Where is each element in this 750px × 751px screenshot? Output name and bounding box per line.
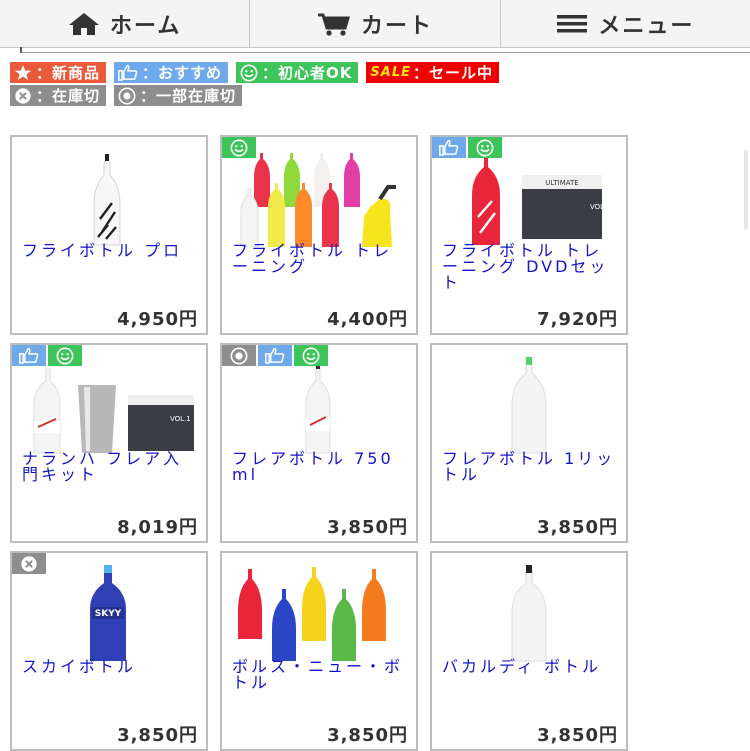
product-name-link[interactable]: フライボトル トレーニング	[232, 243, 410, 275]
badge-group	[12, 345, 84, 366]
badge-group	[432, 137, 504, 158]
legend-out-label: ：在庫切	[36, 87, 101, 105]
product-card[interactable]: フレアボトル 750ml 3,850円	[220, 343, 418, 543]
hamburger-icon	[557, 14, 588, 32]
product-card[interactable]: フライボトル トレーニング 4,400円	[220, 135, 418, 335]
top-nav: ホーム カート メニュー	[0, 0, 750, 48]
out-of-stock-badge	[12, 553, 46, 574]
partial-stock-badge	[222, 345, 256, 366]
sale-mark: SALE	[370, 65, 412, 80]
legend-beginner-label: ：初心者OK	[262, 64, 353, 82]
product-price: 3,850円	[537, 517, 618, 538]
product-name-link[interactable]: フレアボトル 1リットル	[442, 451, 620, 483]
home-icon	[68, 12, 99, 35]
beginner-badge	[222, 137, 256, 158]
product-name-link[interactable]: ナランハ フレア入門キット	[22, 451, 200, 483]
legend-new-label: ：新商品	[36, 64, 101, 82]
product-image	[440, 355, 620, 455]
partial-stock-icon	[118, 87, 136, 105]
badge-group	[222, 137, 258, 158]
recommend-badge	[12, 345, 46, 366]
smile-icon	[240, 64, 258, 82]
product-price: 3,850円	[117, 725, 198, 746]
product-image	[230, 355, 410, 455]
out-of-stock-icon	[14, 87, 32, 105]
product-image	[20, 147, 200, 247]
product-card[interactable]: ULTIMATE VOL.1 フライボトル トレーニング DVDセット 7,92…	[430, 135, 628, 335]
out-of-stock-icon	[21, 555, 37, 572]
badge-legend: ：新商品 ：おすすめ ：初心者OK SALE ：セール中 ：在庫切 ：一部在庫切	[10, 62, 730, 108]
svg-text:SKYY: SKYY	[95, 609, 122, 619]
legend-row: ：在庫切 ：一部在庫切	[10, 85, 730, 106]
legend-partial-stock: ：一部在庫切	[114, 85, 243, 106]
product-image	[230, 147, 410, 248]
product-card[interactable]: フレアボトル 1リットル 3,850円	[430, 343, 628, 543]
product-price: 3,850円	[327, 517, 408, 538]
beginner-badge	[48, 345, 82, 366]
beginner-badge	[468, 137, 502, 158]
smile-icon	[56, 347, 74, 364]
thumbs-up-icon	[118, 64, 138, 81]
product-name-link[interactable]: フライボトル プロ	[22, 243, 200, 259]
product-price: 8,019円	[117, 517, 198, 538]
svg-text:VOL.1: VOL.1	[590, 203, 611, 211]
menu-button[interactable]: メニュー	[501, 0, 750, 47]
legend-recommend: ：おすすめ	[114, 62, 229, 83]
legend-sale-label: ：セール中	[413, 64, 494, 82]
badge-group	[222, 345, 330, 366]
product-price: 7,920円	[537, 309, 618, 330]
beginner-badge	[294, 345, 328, 366]
product-image: VOL.1	[20, 355, 200, 455]
product-card[interactable]: バカルディ ボトル 3,850円	[430, 551, 628, 751]
product-card[interactable]: VOL.1 ナランハ フレア入門キット 8,019円	[10, 343, 208, 543]
divider	[20, 47, 750, 53]
product-image: ULTIMATE VOL.1	[440, 147, 620, 247]
svg-text:ULTIMATE: ULTIMATE	[545, 179, 578, 187]
product-price: 3,850円	[537, 725, 618, 746]
legend-partial-label: ：一部在庫切	[140, 87, 237, 105]
smile-icon	[302, 347, 320, 364]
product-card[interactable]: フライボトル プロ 4,950円	[10, 135, 208, 335]
product-price: 3,850円	[327, 725, 408, 746]
legend-recommend-label: ：おすすめ	[142, 64, 223, 82]
badge-group	[12, 553, 48, 574]
star-icon	[14, 64, 32, 81]
legend-row: ：新商品 ：おすすめ ：初心者OK SALE ：セール中	[10, 62, 730, 83]
product-price: 4,950円	[117, 309, 198, 330]
product-name-link[interactable]: バカルディ ボトル	[442, 659, 620, 675]
cart-icon	[317, 13, 351, 36]
cart-button[interactable]: カート	[250, 0, 501, 47]
product-card[interactable]: SKYY スカイボトル 3,850円	[10, 551, 208, 751]
scrollbar[interactable]	[744, 150, 748, 230]
recommend-badge	[258, 345, 292, 366]
legend-out-of-stock: ：在庫切	[10, 85, 107, 106]
thumbs-up-icon	[439, 139, 459, 156]
thumbs-up-icon	[19, 347, 39, 364]
home-button[interactable]: ホーム	[0, 0, 251, 47]
product-image	[230, 563, 410, 663]
legend-new: ：新商品	[10, 62, 107, 83]
svg-text:VOL.1: VOL.1	[170, 415, 191, 423]
smile-icon	[476, 139, 494, 156]
smile-icon	[230, 139, 248, 156]
product-image	[440, 563, 620, 663]
home-label: ホーム	[109, 13, 182, 39]
product-name-link[interactable]: スカイボトル	[22, 659, 200, 675]
legend-sale: SALE ：セール中	[366, 62, 500, 83]
product-image: SKYY	[20, 563, 200, 663]
thumbs-up-icon	[265, 347, 285, 364]
product-name-link[interactable]: ボルス・ニュー・ボトル	[232, 659, 410, 691]
cart-label: カート	[360, 13, 433, 39]
product-name-link[interactable]: フレアボトル 750ml	[232, 451, 410, 483]
recommend-badge	[432, 137, 466, 158]
product-card[interactable]: ボルス・ニュー・ボトル 3,850円	[220, 551, 418, 751]
product-name-link[interactable]: フライボトル トレーニング DVDセット	[442, 243, 620, 291]
partial-stock-icon	[230, 347, 248, 364]
legend-beginner: ：初心者OK	[236, 62, 359, 83]
menu-label: メニュー	[598, 13, 695, 39]
product-price: 4,400円	[327, 309, 408, 330]
